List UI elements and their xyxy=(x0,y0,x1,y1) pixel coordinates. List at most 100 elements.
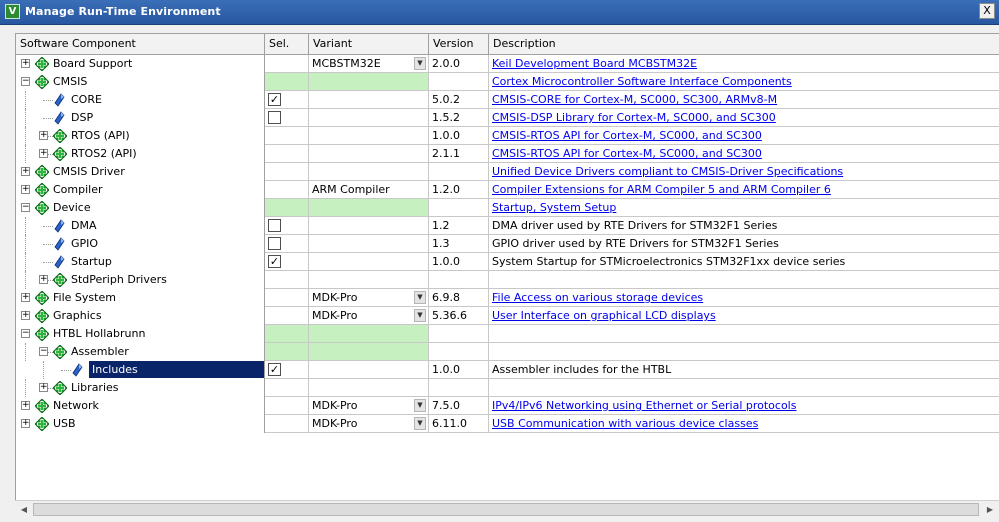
table-row[interactable]: DSP 1.5.2 CMSIS-DSP Library for Cortex-M, … xyxy=(16,109,999,127)
component-name[interactable]: Device xyxy=(53,199,91,216)
collapse-icon[interactable]: − xyxy=(21,203,30,212)
description-link[interactable]: Keil Development Board MCBSTM32E xyxy=(492,57,697,70)
checkbox-unchecked[interactable] xyxy=(268,237,281,250)
table-row[interactable]: + Network MDK-Pro ▼ 7.5.0 IPv4/IPv6 Networkin… xyxy=(16,397,999,415)
column-header-sel[interactable]: Sel. xyxy=(265,34,309,54)
component-cell[interactable]: + Board Support xyxy=(16,55,265,73)
description-link[interactable]: USB Communication with various device cl… xyxy=(492,417,758,430)
component-cell[interactable]: − Device xyxy=(16,199,265,217)
description-link[interactable]: Unified Device Drivers compliant to CMSI… xyxy=(492,165,843,178)
description-link[interactable]: User Interface on graphical LCD displays xyxy=(492,309,716,322)
table-row[interactable]: − HTBL Hollabrunn xyxy=(16,325,999,343)
table-row[interactable]: + USB MDK-Pro ▼ 6.11.0 USB Communication with… xyxy=(16,415,999,433)
checkbox-checked[interactable]: ✓ xyxy=(268,255,281,268)
description-cell[interactable]: CMSIS-RTOS API for Cortex-M, SC000, and … xyxy=(489,145,999,163)
description-cell[interactable]: IPv4/IPv6 Networking using Ethernet or S… xyxy=(489,397,999,415)
column-header-variant[interactable]: Variant xyxy=(309,34,429,54)
table-row[interactable]: + StdPeriph Drivers xyxy=(16,271,999,289)
title-bar[interactable]: V Manage Run-Time Environment X xyxy=(0,0,999,25)
expand-icon[interactable]: + xyxy=(39,149,48,158)
expand-icon[interactable]: + xyxy=(21,167,30,176)
table-row[interactable]: Includes ✓ 1.0.0 Assembler includes for the… xyxy=(16,361,999,379)
component-name[interactable]: HTBL Hollabrunn xyxy=(53,325,145,342)
component-cell[interactable]: − CMSIS xyxy=(16,73,265,91)
description-link[interactable]: CMSIS-CORE for Cortex-M, SC000, SC300, A… xyxy=(492,93,777,106)
description-link[interactable]: Cortex Microcontroller Software Interfac… xyxy=(492,75,792,88)
component-cell[interactable]: GPIO xyxy=(16,235,265,253)
component-name[interactable]: RTOS (API) xyxy=(71,127,130,144)
component-name[interactable]: DMA xyxy=(71,217,97,234)
component-cell[interactable]: + File System xyxy=(16,289,265,307)
table-row[interactable]: + Graphics MDK-Pro ▼ 5.36.6 User Interface on… xyxy=(16,307,999,325)
collapse-icon[interactable]: − xyxy=(21,329,30,338)
table-row[interactable]: − CMSIS Cortex Microcontroller Software In… xyxy=(16,73,999,91)
checkbox-checked[interactable]: ✓ xyxy=(268,363,281,376)
table-row[interactable]: − Device Startup, System Setup xyxy=(16,199,999,217)
table-row[interactable]: + RTOS2 (API) 2.1.1 CMSIS-RTOS API for Cort… xyxy=(16,145,999,163)
table-row[interactable]: Startup ✓ 1.0.0 System Startup for STMicroe… xyxy=(16,253,999,271)
checkbox-unchecked[interactable] xyxy=(268,219,281,232)
selection-cell[interactable] xyxy=(265,217,309,235)
component-name[interactable]: Board Support xyxy=(53,55,132,72)
expand-icon[interactable]: + xyxy=(39,131,48,140)
description-cell[interactable]: Startup, System Setup xyxy=(489,199,999,217)
table-row[interactable]: + Libraries xyxy=(16,379,999,397)
chevron-down-icon[interactable]: ▼ xyxy=(414,291,426,304)
component-cell[interactable]: Includes xyxy=(16,361,265,379)
checkbox-unchecked[interactable] xyxy=(268,111,281,124)
selection-cell[interactable] xyxy=(265,109,309,127)
variant-select[interactable]: MCBSTM32E ▼ xyxy=(309,55,429,73)
component-name[interactable]: Assembler xyxy=(71,343,129,360)
chevron-down-icon[interactable]: ▼ xyxy=(414,417,426,430)
column-header-version[interactable]: Version xyxy=(429,34,489,54)
component-name[interactable]: Libraries xyxy=(71,379,119,396)
scroll-left-arrow-icon[interactable]: ◀ xyxy=(16,502,32,517)
component-cell[interactable]: + Libraries xyxy=(16,379,265,397)
selection-cell[interactable]: ✓ xyxy=(265,361,309,379)
expand-icon[interactable]: + xyxy=(21,311,30,320)
description-link[interactable]: IPv4/IPv6 Networking using Ethernet or S… xyxy=(492,399,796,412)
component-name[interactable]: Network xyxy=(53,397,99,414)
component-cell[interactable]: + RTOS (API) xyxy=(16,127,265,145)
description-cell[interactable]: User Interface on graphical LCD displays xyxy=(489,307,999,325)
component-name[interactable]: USB xyxy=(53,415,76,432)
collapse-icon[interactable]: − xyxy=(21,77,30,86)
description-link[interactable]: CMSIS-DSP Library for Cortex-M, SC000, a… xyxy=(492,111,776,124)
component-cell[interactable]: Startup xyxy=(16,253,265,271)
table-row[interactable]: + RTOS (API) 1.0.0 CMSIS-RTOS API for Corte… xyxy=(16,127,999,145)
description-link[interactable]: File Access on various storage devices xyxy=(492,291,703,304)
description-link[interactable]: CMSIS-RTOS API for Cortex-M, SC000, and … xyxy=(492,129,762,142)
description-cell[interactable]: CMSIS-CORE for Cortex-M, SC000, SC300, A… xyxy=(489,91,999,109)
expand-icon[interactable]: + xyxy=(21,419,30,428)
component-cell[interactable]: + Network xyxy=(16,397,265,415)
component-cell[interactable]: + Compiler xyxy=(16,181,265,199)
column-header-description[interactable]: Description xyxy=(489,34,999,54)
variant-select[interactable]: MDK-Pro ▼ xyxy=(309,307,429,325)
description-cell[interactable]: File Access on various storage devices xyxy=(489,289,999,307)
component-cell[interactable]: + CMSIS Driver xyxy=(16,163,265,181)
selection-cell[interactable]: ✓ xyxy=(265,253,309,271)
expand-icon[interactable]: + xyxy=(39,383,48,392)
expand-icon[interactable]: + xyxy=(21,401,30,410)
component-name[interactable]: File System xyxy=(53,289,116,306)
description-cell[interactable]: Compiler Extensions for ARM Compiler 5 a… xyxy=(489,181,999,199)
column-header-software-component[interactable]: Software Component xyxy=(16,34,265,54)
component-cell[interactable]: DMA xyxy=(16,217,265,235)
collapse-icon[interactable]: − xyxy=(39,347,48,356)
component-name[interactable]: Includes xyxy=(89,361,264,378)
variant-select[interactable]: MDK-Pro ▼ xyxy=(309,415,429,433)
table-row[interactable]: GPIO 1.3 GPIO driver used by RTE Drivers f… xyxy=(16,235,999,253)
chevron-down-icon[interactable]: ▼ xyxy=(414,309,426,322)
component-name[interactable]: RTOS2 (API) xyxy=(71,145,137,162)
table-row[interactable]: − Assembler xyxy=(16,343,999,361)
component-cell[interactable]: CORE xyxy=(16,91,265,109)
chevron-down-icon[interactable]: ▼ xyxy=(414,399,426,412)
component-name[interactable]: DSP xyxy=(71,109,93,126)
description-link[interactable]: CMSIS-RTOS API for Cortex-M, SC000, and … xyxy=(492,147,762,160)
table-row[interactable]: DMA 1.2 DMA driver used by RTE Drivers for… xyxy=(16,217,999,235)
variant-select[interactable]: MDK-Pro ▼ xyxy=(309,289,429,307)
scroll-right-arrow-icon[interactable]: ▶ xyxy=(982,502,998,517)
component-cell[interactable]: + RTOS2 (API) xyxy=(16,145,265,163)
component-name[interactable]: CMSIS xyxy=(53,73,87,90)
description-cell[interactable]: Keil Development Board MCBSTM32E xyxy=(489,55,999,73)
